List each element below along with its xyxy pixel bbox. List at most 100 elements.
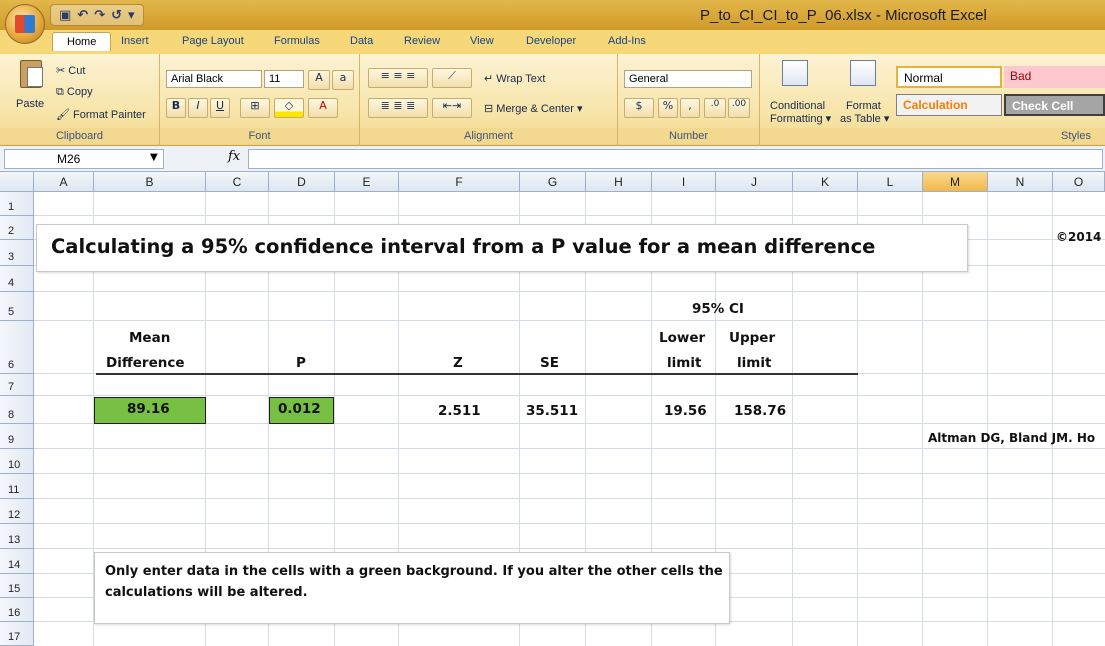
undo-icon[interactable]: ↶ — [77, 8, 88, 23]
currency-button[interactable]: $ — [624, 98, 654, 118]
row-header-10[interactable]: 10 — [0, 449, 34, 474]
insert-function-icon[interactable]: fx — [228, 149, 240, 164]
tab-developer[interactable]: Developer — [526, 35, 576, 47]
column-header-m[interactable]: M — [923, 172, 988, 192]
formula-input[interactable] — [248, 149, 1103, 169]
style-bad[interactable]: Bad — [1004, 66, 1105, 88]
comma-button[interactable]: , — [680, 98, 700, 118]
customize-qat-icon[interactable]: ▾ — [128, 8, 135, 23]
row-header-1[interactable]: 1 — [0, 192, 34, 216]
column-header-j[interactable]: J — [716, 172, 793, 192]
title-text-box[interactable]: Calculating a 95% confidence interval fr… — [36, 224, 968, 272]
column-header-k[interactable]: K — [793, 172, 858, 192]
tab-view[interactable]: View — [470, 35, 494, 47]
formatting-label[interactable]: Formatting ▾ — [770, 112, 831, 125]
tab-insert[interactable]: Insert — [121, 35, 149, 47]
gridline — [34, 523, 1105, 524]
bold-button[interactable]: B — [166, 98, 186, 118]
grow-font-button[interactable]: A — [308, 70, 330, 90]
borders-button[interactable]: ⊞ — [240, 98, 270, 118]
select-all-corner[interactable] — [0, 172, 34, 192]
tab-page-layout[interactable]: Page Layout — [182, 35, 244, 47]
fill-color-button[interactable]: ◇ — [274, 98, 304, 118]
merge-center-button[interactable]: ⊟ Merge & Center ▾ — [484, 102, 583, 115]
vertical-align-buttons[interactable]: ≡ ≡ ≡ — [368, 68, 428, 88]
column-header-h[interactable]: H — [586, 172, 652, 192]
wrap-text-button[interactable]: ↵ Wrap Text — [484, 72, 545, 85]
paste-icon[interactable] — [20, 60, 43, 88]
column-header-e[interactable]: E — [335, 172, 399, 192]
orientation-button[interactable]: ⟋ — [432, 68, 472, 88]
name-box-dropdown-icon[interactable]: ▼ — [150, 152, 158, 163]
row-header-12[interactable]: 12 — [0, 499, 34, 524]
copy-button[interactable]: ⧉ Copy — [56, 86, 93, 99]
as-table-label[interactable]: as Table ▾ — [840, 112, 889, 125]
conditional-formatting-icon[interactable] — [782, 60, 808, 86]
redo-icon[interactable]: ↷ — [94, 8, 105, 23]
row-header-3[interactable]: 3 — [0, 240, 34, 266]
tab-formulas[interactable]: Formulas — [274, 35, 320, 47]
tab-review[interactable]: Review — [404, 35, 440, 47]
italic-button[interactable]: I — [188, 98, 208, 118]
style-check-cell[interactable]: Check Cell — [1004, 94, 1105, 116]
column-header-l[interactable]: L — [858, 172, 923, 192]
percent-button[interactable]: % — [658, 98, 678, 118]
style-calculation[interactable]: Calculation — [896, 94, 1002, 116]
row-header-9[interactable]: 9 — [0, 424, 34, 449]
row-header-15[interactable]: 15 — [0, 574, 34, 598]
style-normal[interactable]: Normal — [896, 66, 1002, 88]
column-header-g[interactable]: G — [520, 172, 586, 192]
name-box[interactable]: M26 — [4, 149, 164, 169]
row-header-16[interactable]: 16 — [0, 598, 34, 622]
conditional-formatting-label[interactable]: Conditional — [770, 100, 825, 112]
mean-difference-value: 89.16 — [127, 401, 170, 417]
tab-add-ins[interactable]: Add-Ins — [608, 35, 646, 47]
font-name-select[interactable]: Arial Black — [166, 70, 262, 88]
row-header-4[interactable]: 4 — [0, 266, 34, 292]
row-header-17[interactable]: 17 — [0, 622, 34, 646]
cut-button[interactable]: ✂ Cut — [56, 64, 85, 77]
column-header-o[interactable]: O — [1053, 172, 1105, 192]
row-header-5[interactable]: 5 — [0, 292, 34, 321]
refresh-icon[interactable]: ↺ — [111, 8, 122, 23]
format-as-table-label[interactable]: Format — [846, 100, 881, 112]
column-header-c[interactable]: C — [206, 172, 269, 192]
column-header-b[interactable]: B — [94, 172, 206, 192]
p-value-input[interactable]: 0.012 — [269, 397, 334, 424]
row-header-13[interactable]: 13 — [0, 524, 34, 549]
horizontal-align-buttons[interactable]: ≣ ≣ ≣ — [368, 98, 428, 118]
tab-data[interactable]: Data — [350, 35, 373, 47]
font-color-button[interactable]: A — [308, 98, 338, 118]
column-header-f[interactable]: F — [399, 172, 520, 192]
copyright-text: ©2014 — [1056, 230, 1102, 244]
format-as-table-icon[interactable] — [850, 60, 876, 86]
underline-button[interactable]: U — [210, 98, 230, 118]
column-header-i[interactable]: I — [652, 172, 716, 192]
window-title: P_to_CI_CI_to_P_06.xlsx - Microsoft Exce… — [700, 7, 987, 24]
mean-difference-input[interactable]: 89.16 — [94, 397, 206, 424]
paste-button[interactable]: Paste — [16, 98, 44, 110]
row-header-8[interactable]: 8 — [0, 396, 34, 424]
tab-home[interactable]: Home — [52, 32, 112, 51]
decrease-decimal-button[interactable]: .00 — [728, 98, 750, 118]
row-header-11[interactable]: 11 — [0, 474, 34, 499]
shrink-font-button[interactable]: a — [332, 70, 354, 90]
increase-decimal-button[interactable]: .0 — [704, 98, 726, 118]
row-header-14[interactable]: 14 — [0, 549, 34, 574]
excel-window: ▣ ↶ ↷ ↺ ▾ P_to_CI_CI_to_P_06.xlsx - Micr… — [0, 0, 1105, 646]
save-icon[interactable]: ▣ — [59, 8, 71, 23]
format-painter-button[interactable]: 🖌 Format Painter — [56, 108, 146, 121]
copy-icon: ⧉ — [56, 86, 67, 98]
row-header-2[interactable]: 2 — [0, 216, 34, 240]
office-button[interactable] — [5, 4, 45, 44]
font-size-select[interactable]: 11 — [264, 70, 304, 88]
row-header-6[interactable]: 6 — [0, 321, 34, 374]
row-header-7[interactable]: 7 — [0, 374, 34, 396]
indent-buttons[interactable]: ⇤⇥ — [432, 98, 472, 118]
number-format-select[interactable]: General — [624, 70, 752, 88]
column-header-n[interactable]: N — [988, 172, 1053, 192]
instruction-text-box[interactable]: Only enter data in the cells with a gree… — [94, 552, 730, 624]
column-header-d[interactable]: D — [269, 172, 335, 192]
column-header-a[interactable]: A — [34, 172, 94, 192]
worksheet-grid[interactable]: A B C D E F G H I J K L M N O 1 2 3 4 5 — [0, 172, 1105, 646]
